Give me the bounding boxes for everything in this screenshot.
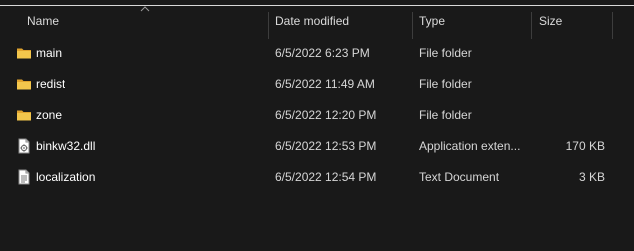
file-size: 170 KB xyxy=(565,139,605,153)
folder-icon xyxy=(17,79,31,90)
file-date-modified: 6/5/2022 6:23 PM xyxy=(275,46,370,60)
file-name[interactable]: binkw32.dll xyxy=(36,131,95,162)
column-header-date-modified[interactable]: Date modified xyxy=(275,6,410,36)
column-header-name[interactable]: Name xyxy=(27,6,267,36)
file-name[interactable]: localization xyxy=(36,162,95,193)
column-divider[interactable] xyxy=(531,12,532,39)
column-header-size[interactable]: Size xyxy=(539,6,609,36)
dll-file-icon xyxy=(18,138,30,154)
file-name[interactable]: main xyxy=(36,38,62,69)
column-divider[interactable] xyxy=(612,12,613,39)
file-type: File folder xyxy=(419,108,472,122)
file-type: File folder xyxy=(419,46,472,60)
file-row[interactable]: binkw32.dll 6/5/2022 12:53 PM Applicatio… xyxy=(0,131,634,162)
text-document-icon xyxy=(18,169,30,185)
file-row[interactable]: zone 6/5/2022 12:20 PM File folder xyxy=(0,100,634,131)
file-size xyxy=(530,69,605,100)
column-header-row: Name Date modified Type Size xyxy=(0,6,634,39)
file-row[interactable]: main 6/5/2022 6:23 PM File folder xyxy=(0,38,634,69)
folder-icon xyxy=(17,110,31,121)
file-date-modified: 6/5/2022 12:20 PM xyxy=(275,108,377,122)
column-header-type[interactable]: Type xyxy=(419,6,529,36)
file-date-modified: 6/5/2022 12:54 PM xyxy=(275,170,377,184)
file-type: Text Document xyxy=(419,170,500,184)
file-row[interactable]: localization 6/5/2022 12:54 PM Text Docu… xyxy=(0,162,634,193)
file-type: Application exten... xyxy=(419,139,521,153)
column-divider[interactable] xyxy=(268,12,269,39)
folder-icon xyxy=(17,48,31,59)
file-name[interactable]: zone xyxy=(36,100,62,131)
file-date-modified: 6/5/2022 11:49 AM xyxy=(275,77,375,91)
file-type: File folder xyxy=(419,77,472,91)
file-date-modified: 6/5/2022 12:53 PM xyxy=(275,139,377,153)
file-row[interactable]: redist 6/5/2022 11:49 AM File folder xyxy=(0,69,634,100)
file-size xyxy=(530,38,605,69)
file-size xyxy=(530,100,605,131)
column-divider[interactable] xyxy=(412,12,413,39)
file-size: 3 KB xyxy=(578,170,605,184)
file-name[interactable]: redist xyxy=(36,69,65,100)
